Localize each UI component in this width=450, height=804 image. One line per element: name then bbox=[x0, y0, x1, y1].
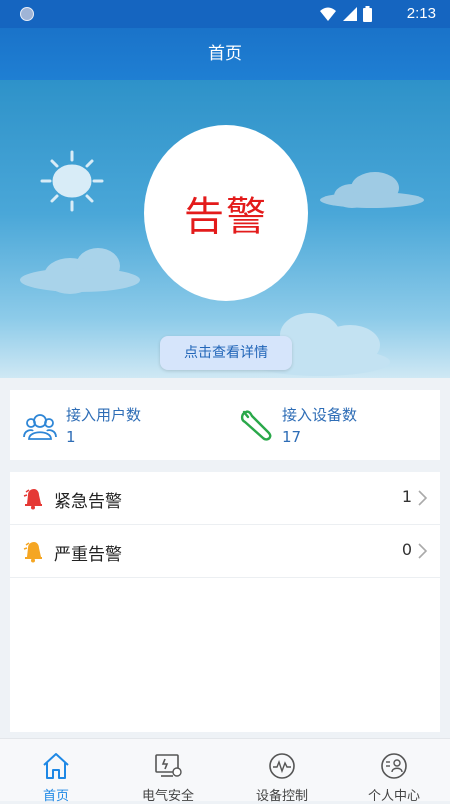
status-time: 2:13 bbox=[406, 5, 436, 22]
nav-home-label: 首页 bbox=[42, 789, 69, 804]
stat-devices-label: 接入设备数 bbox=[282, 406, 358, 424]
alarm-row-severe[interactable]: 严重告警 0 bbox=[10, 525, 440, 578]
device-control-icon bbox=[269, 753, 295, 779]
stat-users-value: 1 bbox=[66, 428, 76, 446]
bottom-navigation: 首页 电气安全 设备控制 个人中心 bbox=[0, 738, 450, 804]
stat-devices-value: 17 bbox=[282, 428, 302, 446]
wifi-icon bbox=[320, 7, 336, 21]
view-details-button[interactable]: 点击查看详情 bbox=[160, 336, 292, 370]
status-icons bbox=[319, 6, 372, 22]
nav-device-control[interactable]: 设备控制 bbox=[226, 739, 338, 804]
nav-electrical-safety[interactable]: 电气安全 bbox=[112, 739, 224, 804]
notification-icon bbox=[20, 7, 34, 21]
alarm-urgent-count: 1 bbox=[401, 487, 412, 506]
alarm-severe-label: 严重告警 bbox=[54, 545, 122, 565]
hero-banner: 告警 点击查看详情 bbox=[0, 80, 450, 378]
users-icon bbox=[23, 414, 57, 440]
electrical-safety-icon bbox=[155, 754, 182, 777]
page-title: 首页 bbox=[0, 28, 450, 80]
chevron-right-icon bbox=[418, 543, 428, 559]
nav-electrical-safety-label: 电气安全 bbox=[141, 789, 194, 804]
profile-icon bbox=[381, 753, 407, 779]
stat-users: 接入用户数 1 bbox=[22, 402, 222, 450]
stat-users-label: 接入用户数 bbox=[66, 406, 142, 424]
nav-home[interactable]: 首页 bbox=[0, 739, 112, 804]
nav-device-control-label: 设备控制 bbox=[255, 789, 308, 804]
stats-card: 接入用户数 1 接入设备数 17 bbox=[10, 390, 440, 460]
red-bell-icon bbox=[23, 489, 42, 510]
nav-profile[interactable]: 个人中心 bbox=[338, 739, 450, 804]
alarm-severe-count: 0 bbox=[401, 540, 412, 559]
orange-bell-icon bbox=[23, 542, 42, 563]
cloud-left bbox=[20, 248, 140, 294]
alarm-list: 紧急告警 1 严重告警 0 bbox=[10, 472, 440, 732]
alarm-row-urgent[interactable]: 紧急告警 1 bbox=[10, 472, 440, 525]
alarm-status-text: 告警 bbox=[184, 194, 268, 240]
stat-devices: 接入设备数 17 bbox=[238, 402, 438, 450]
home-icon bbox=[43, 753, 69, 779]
status-bar: 2:13 bbox=[0, 0, 450, 28]
sun-icon bbox=[40, 150, 104, 212]
signal-icon bbox=[343, 7, 357, 21]
alarm-urgent-label: 紧急告警 bbox=[54, 492, 122, 512]
wrench-icon bbox=[240, 410, 272, 441]
nav-profile-label: 个人中心 bbox=[367, 789, 420, 804]
alarm-status-circle[interactable]: 告警 bbox=[144, 125, 308, 301]
cloud-right bbox=[320, 172, 424, 208]
battery-icon bbox=[363, 6, 372, 22]
chevron-right-icon bbox=[418, 490, 428, 506]
